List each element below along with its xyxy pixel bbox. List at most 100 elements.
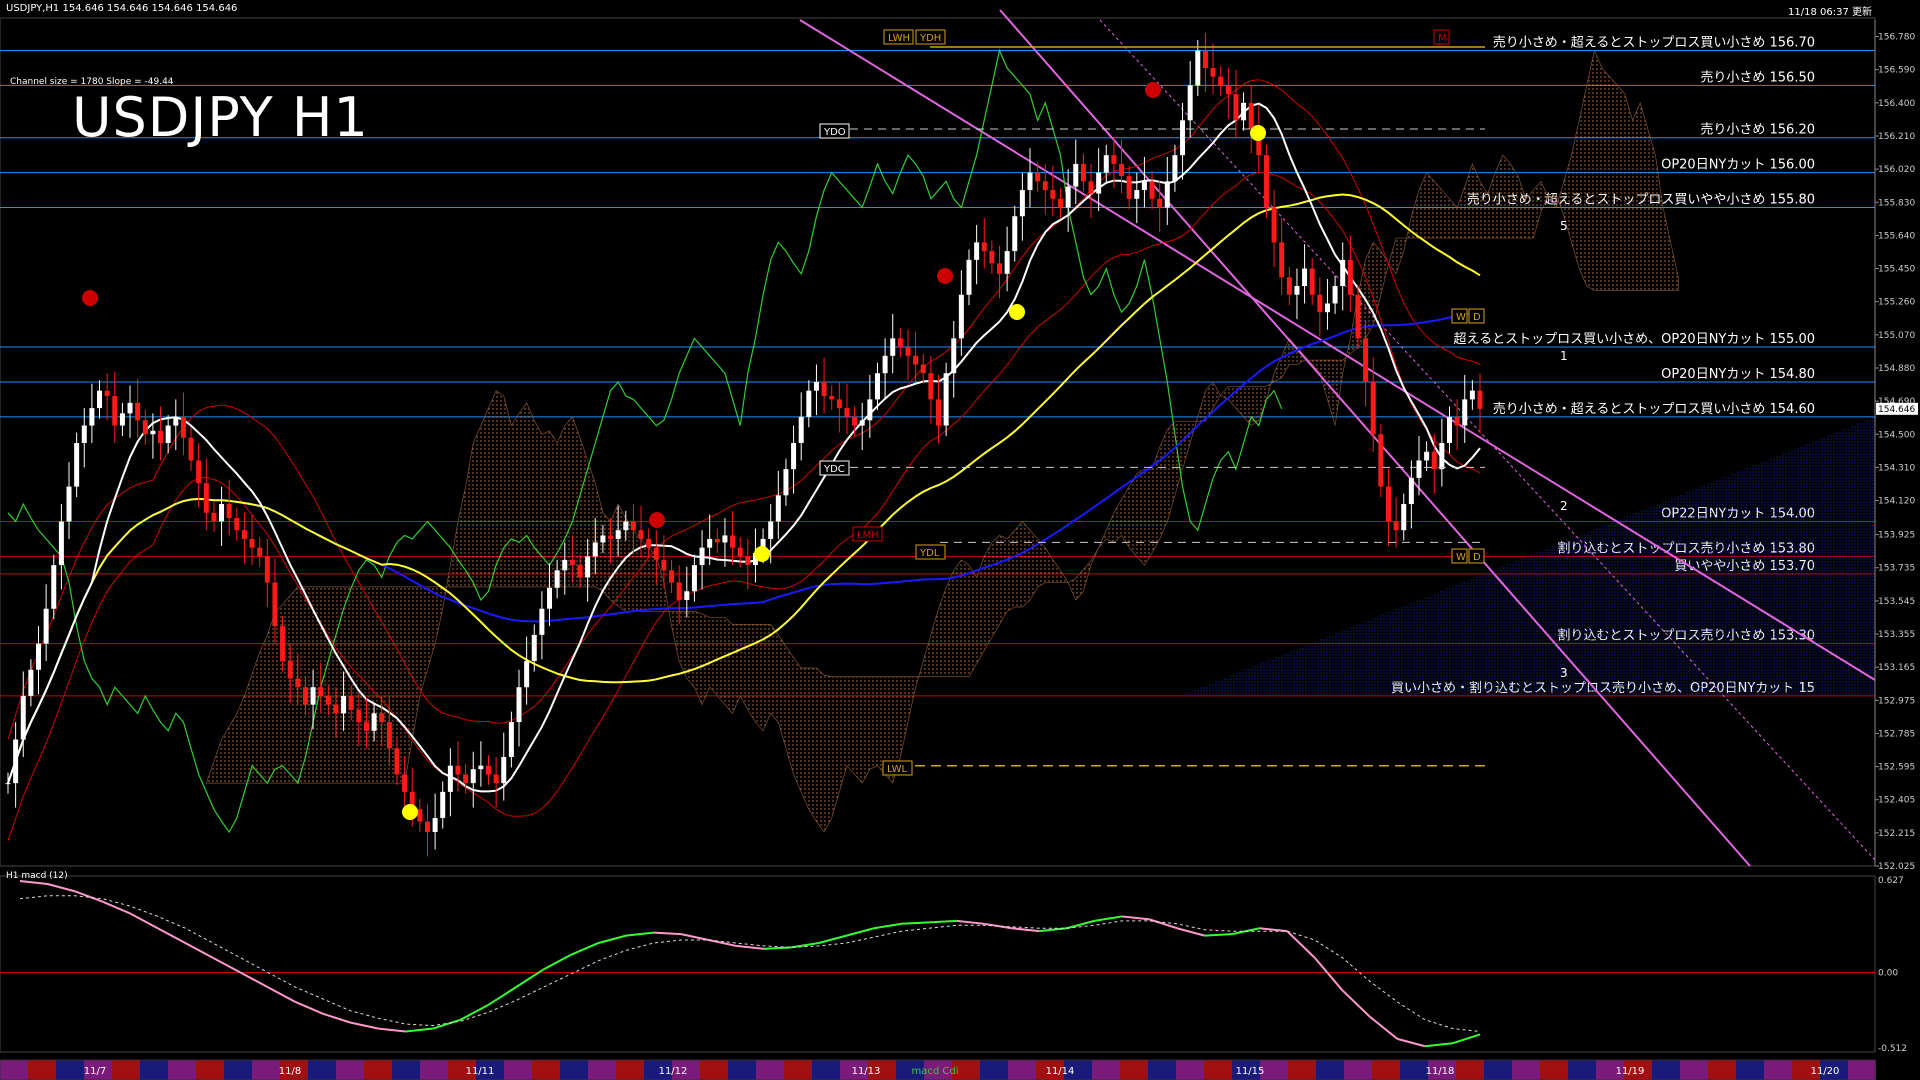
candle-body [211,512,217,522]
candle-body [1088,181,1094,194]
candle-body [1401,504,1407,531]
level-label: 売り小さめ 156.50 [1700,69,1815,85]
macd-tick-label: 0.00 [1878,968,1898,978]
macd-segment [873,922,902,930]
candle-body [226,504,232,519]
w-label-top: W [1456,312,1466,323]
candle-body [943,373,949,426]
candle-body [1058,198,1064,208]
session-block [252,1060,280,1080]
macd-legend: macd Cdi [911,1066,958,1077]
candle-body [173,416,179,426]
price-tick-label: 152.595 [1878,763,1915,773]
price-tick-label: 156.210 [1878,132,1915,142]
candle-body [676,582,682,600]
candle-body [1294,286,1300,295]
candle-body [234,518,240,531]
fractal-icon [754,546,770,562]
level-label: 売り小さめ 156.20 [1700,122,1815,138]
ydh-label: YDH [919,33,941,44]
candle-body [974,242,980,260]
session-block [1148,1060,1176,1080]
macd-segment [378,1027,406,1033]
candle-body [97,390,103,409]
session-block [1680,1060,1708,1080]
macd-segment [929,919,957,924]
candle-body [1164,181,1170,208]
candle-body [447,765,453,792]
price-tick-label: 153.355 [1878,630,1915,640]
date-label: 11/15 [1236,1066,1265,1077]
candle-body [1126,176,1132,199]
candle-body [158,430,164,443]
candle-body [43,608,49,644]
session-block [756,1060,784,1080]
candle-body [493,774,499,784]
macd-segment [47,883,76,893]
candle-body [325,695,331,705]
session-block [1512,1060,1540,1080]
session-block [336,1060,364,1080]
session-block [504,1060,532,1080]
candle-body [1332,286,1338,304]
candle-body [508,722,514,757]
candle-body [997,263,1003,274]
candle-body [1218,76,1224,86]
macd-segment [1369,1015,1398,1040]
candle-body [424,821,430,832]
macd-signal [19,895,1481,1032]
candle-body [1370,381,1376,435]
session-block [196,1060,224,1080]
price-tick-label: 153.735 [1878,564,1915,574]
macd-segment [432,1018,462,1030]
macd-segment [680,933,709,942]
candle-body [1469,390,1475,400]
candle-body [1286,277,1292,295]
candle-body [1302,268,1308,287]
candle-body [51,565,57,609]
candle-body [897,338,903,348]
d-label-top: D [1473,312,1481,323]
candle-body [272,582,278,627]
candle-body [806,390,812,417]
price-tick-label: 156.020 [1878,165,1915,175]
symbol-info: USDJPY,H1 154.646 154.646 154.646 154.64… [6,3,238,14]
macd-segment [19,880,48,885]
date-label: 11/12 [659,1066,688,1077]
date-label: 11/14 [1046,1066,1075,1077]
candle-body [623,521,629,531]
price-axis: 156.780 156.590 156.400 156.210 156.020 155.8… [1874,20,1918,872]
candle-body [524,661,530,688]
price-tick-label: 152.975 [1878,696,1915,706]
macd-segment [708,939,737,947]
candle-body [432,818,438,832]
candle-body [150,430,156,435]
session-block [1204,1060,1232,1080]
fractal-icon [1145,82,1161,98]
candle-body [920,364,926,374]
candle-body [470,769,476,784]
macd-segment [542,953,572,971]
macd-label: H1 macd (12) [6,871,68,881]
price-tick-label: 154.500 [1878,430,1915,440]
session-block [168,1060,196,1080]
candle-body [1187,85,1193,121]
candle-body [913,355,919,365]
candle-body [852,416,858,426]
candle-body [196,460,202,484]
candle-body [653,547,659,560]
candle-body [730,535,736,548]
candle-body [1111,155,1117,164]
candle-body [341,695,347,714]
candle-body [585,556,591,578]
candle-body [836,399,842,409]
candle-body [1042,181,1048,191]
candle-body [707,538,713,548]
candle-body [1248,102,1254,130]
candle-body [363,722,369,731]
price-tick-label: 154.120 [1878,497,1915,507]
candle-body [1431,451,1437,470]
session-block [112,1060,140,1080]
ydo-label: YDO [823,127,846,138]
candle-body [547,587,553,609]
